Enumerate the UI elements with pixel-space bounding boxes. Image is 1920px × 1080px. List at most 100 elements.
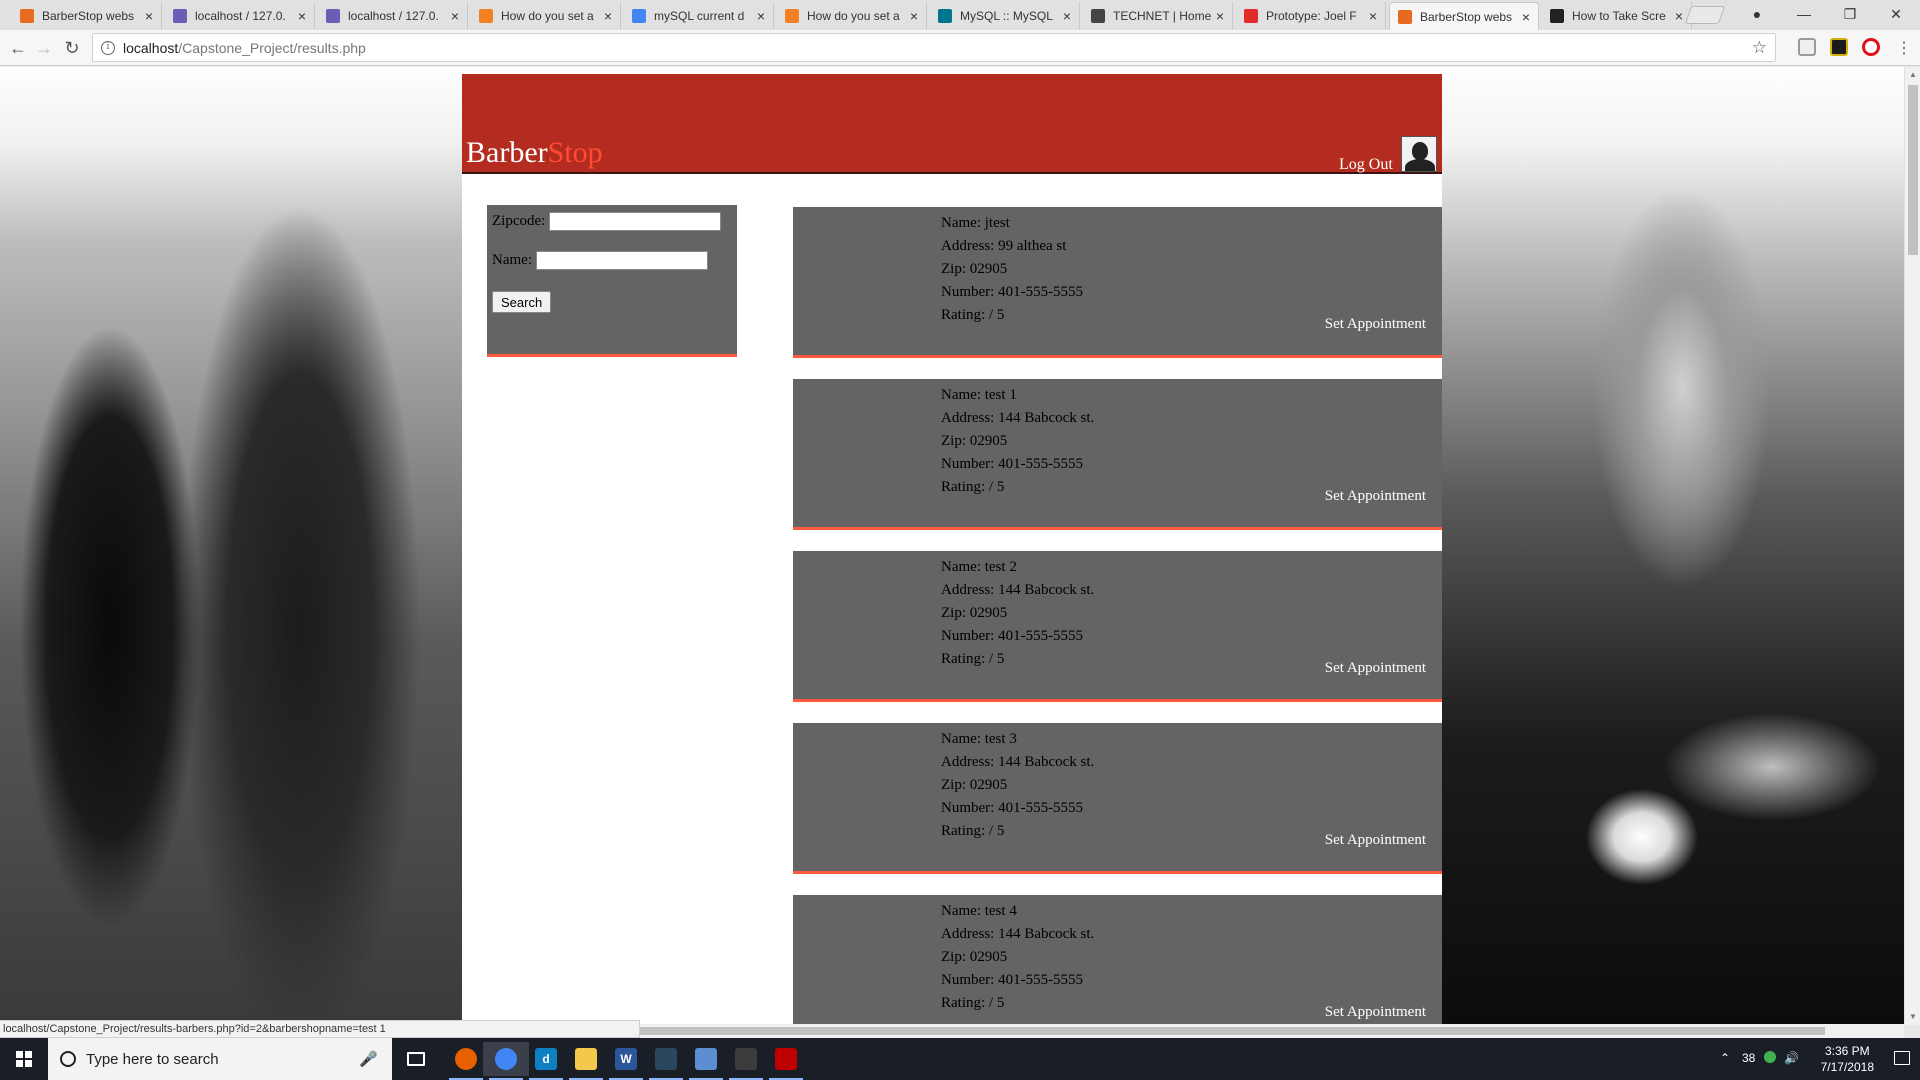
forward-icon[interactable]: → [32,36,56,60]
browser-tab[interactable]: How do you set a × [777,2,927,30]
browser-tab[interactable]: BarberStop webs × [12,2,162,30]
taskbar-search-box[interactable]: Type here to search 🎤 [48,1038,392,1080]
maximize-button[interactable]: ❐ [1838,4,1862,24]
set-appointment-link[interactable]: Set Appointment [1325,832,1426,849]
background-image-left [0,67,462,1025]
horizontal-scrollbar[interactable] [640,1024,1904,1038]
tab-favicon-icon [326,9,340,23]
start-button[interactable] [0,1038,48,1080]
result-name: Name: test 2 [941,559,1017,575]
clock-time: 3:36 PM [1824,1044,1870,1058]
scroll-up-icon[interactable]: ▲ [1905,67,1920,83]
browser-tab[interactable]: localhost / 127.0. × [165,2,315,30]
tab-close-icon[interactable]: × [1675,8,1683,24]
avatar-body [1405,159,1435,171]
menu-icon[interactable]: ⋮ [1892,37,1916,61]
tab-close-icon[interactable]: × [1369,8,1377,24]
search-button[interactable]: Search [492,291,552,313]
tab-close-icon[interactable]: × [910,8,918,24]
browser-tab[interactable]: Prototype: Joel F × [1236,2,1386,30]
address-bar[interactable]: i localhost/Capstone_Project/results.php… [92,33,1776,62]
page-container: BarberStop Log Out Zipcode: Name: Search… [462,74,1442,1025]
scroll-down-icon[interactable]: ▼ [1905,1009,1920,1025]
set-appointment-link[interactable]: Set Appointment [1325,660,1426,677]
set-appointment-link[interactable]: Set Appointment [1325,488,1426,505]
tray-app-icon[interactable] [1764,1051,1776,1063]
zipcode-row: Zipcode: [492,212,722,231]
background-image-right [1442,67,1904,1025]
close-window-button[interactable]: ✕ [1884,4,1908,24]
logout-link[interactable]: Log Out [1339,156,1393,174]
vertical-scroll-thumb[interactable] [1908,85,1918,255]
result-number: Number: 401-555-5555 [941,628,1084,644]
horizontal-scroll-thumb[interactable] [640,1027,1825,1035]
steam-icon [655,1048,677,1070]
vertical-scrollbar[interactable]: ▲ ▼ [1904,67,1920,1025]
visual-studio-icon: d [535,1048,557,1070]
volume-icon[interactable]: 🔊 [1784,1051,1799,1065]
tab-favicon-icon [632,9,646,23]
clock[interactable]: 3:36 PM 7/17/2018 [1821,1043,1874,1075]
tab-strip: BarberStop webs × localhost / 127.0. × local… [0,0,1920,30]
tab-label: How do you set a [501,9,594,23]
tray-chevron-icon[interactable]: ⌃ [1720,1051,1730,1065]
search-panel: Zipcode: Name: Search [487,205,737,357]
tab-close-icon[interactable]: × [604,8,612,24]
reload-icon[interactable]: ↻ [60,36,84,60]
task-view-icon[interactable] [393,1042,439,1076]
windows-logo-icon [16,1051,32,1067]
git-icon [735,1048,757,1070]
tab-label: BarberStop webs [42,9,135,23]
back-icon[interactable]: ← [6,36,30,60]
opera-icon[interactable] [1862,38,1880,56]
tab-close-icon[interactable]: × [451,8,459,24]
browser-tab[interactable]: localhost / 127.0. × [318,2,468,30]
tab-label: Prototype: Joel F [1266,9,1357,23]
extension-shield-icon[interactable] [1798,38,1816,56]
tab-label: localhost / 127.0. [195,9,286,23]
new-tab-button[interactable] [1684,6,1726,24]
notifications-icon[interactable] [1894,1051,1910,1065]
name-input[interactable] [535,251,708,270]
extension-badge-icon[interactable] [1830,38,1848,56]
info-icon[interactable]: i [101,40,115,55]
result-name: Name: jtest [941,215,1010,231]
result-zip: Zip: 02905 [941,433,1008,449]
result-name: Name: test 3 [941,731,1017,747]
result-zip: Zip: 02905 [941,261,1008,277]
taskbar-app-filezilla[interactable] [763,1042,809,1080]
browser-tab[interactable]: mySQL current d × [624,2,774,30]
tab-favicon-icon [938,9,952,23]
avatar-head [1412,142,1428,160]
result-card: Name: jtest Address: 99 althea st Zip: 0… [793,207,1442,358]
set-appointment-link[interactable]: Set Appointment [1325,316,1426,333]
tab-close-icon[interactable]: × [1522,9,1530,25]
browser-tab[interactable]: BarberStop webs × [1389,2,1539,30]
result-card: Name: test 2 Address: 144 Babcock st. Zi… [793,551,1442,702]
set-appointment-link[interactable]: Set Appointment [1325,1004,1426,1021]
virtualbox-icon [695,1048,717,1070]
profile-icon[interactable]: ● [1745,4,1769,24]
cortana-icon [60,1051,76,1067]
microphone-icon[interactable]: 🎤 [359,1050,378,1068]
tab-close-icon[interactable]: × [145,8,153,24]
tab-close-icon[interactable]: × [1216,8,1224,24]
bookmark-star-icon[interactable]: ☆ [1752,38,1767,58]
browser-tab[interactable]: TECHNET | Home × [1083,2,1233,30]
result-address: Address: 144 Babcock st. [941,410,1095,426]
tab-label: TECHNET | Home [1113,9,1212,23]
browser-tab[interactable]: MySQL :: MySQL × [930,2,1080,30]
word-icon: W [615,1048,637,1070]
tab-close-icon[interactable]: × [757,8,765,24]
zipcode-input[interactable] [549,212,722,231]
browser-tab[interactable]: How do you set a × [471,2,621,30]
result-name: Name: test 1 [941,387,1017,403]
brand-logo[interactable]: BarberStop [466,136,603,170]
tab-close-icon[interactable]: × [1063,8,1071,24]
minimize-button[interactable]: — [1792,4,1816,24]
user-avatar-icon[interactable] [1401,136,1437,172]
browser-tab[interactable]: How to Take Scre × [1542,2,1692,30]
result-rating: Rating: / 5 [941,995,1005,1011]
tab-close-icon[interactable]: × [298,8,306,24]
file-explorer-icon [575,1048,597,1070]
